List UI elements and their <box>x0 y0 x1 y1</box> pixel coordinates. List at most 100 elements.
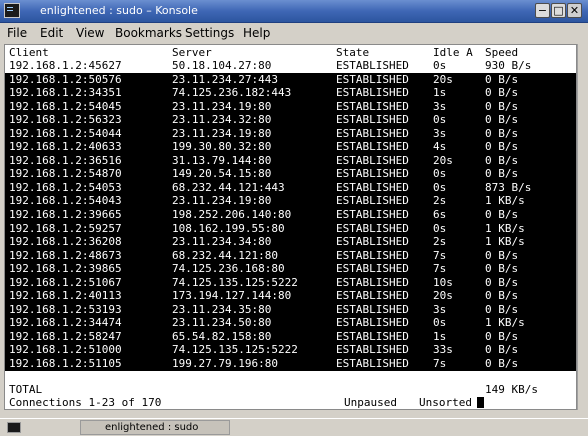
minimize-button[interactable]: − <box>535 3 550 18</box>
cell-client: 192.168.1.2:34351 <box>9 86 122 100</box>
cell-idle: 0s <box>433 59 447 72</box>
cell-server: 108.162.199.55:80 <box>172 221 285 235</box>
cell-client: 192.168.1.2:54053 <box>9 180 122 194</box>
cell-state: ESTABLISHED <box>336 248 409 262</box>
cell-client: 192.168.1.2:45627 <box>9 59 122 72</box>
menu-help[interactable]: Help <box>243 25 270 41</box>
table-row[interactable]: 192.168.1.2:34474 23.11.234.50:80 ESTABLIS… <box>5 316 576 330</box>
cell-server: 199.30.80.32:80 <box>172 140 272 154</box>
cell-state: ESTABLISHED <box>336 302 409 316</box>
cell-state: ESTABLISHED <box>336 235 409 249</box>
cell-speed: 0 B/s <box>485 302 519 316</box>
cell-speed: 0 B/s <box>485 329 519 343</box>
cell-client: 192.168.1.2:51000 <box>9 343 122 357</box>
cell-idle: 7s <box>433 248 447 262</box>
menu-edit[interactable]: Edit <box>40 25 63 41</box>
cell-idle: 0s <box>433 180 447 194</box>
table-row[interactable]: 192.168.1.2:45627 50.18.104.27:80 ESTABLIS… <box>5 59 576 73</box>
table-row[interactable]: 192.168.1.2:58247 65.54.82.158:80 ESTABLIS… <box>5 330 576 344</box>
cell-client: 192.168.1.2:59257 <box>9 221 122 235</box>
maximize-button[interactable]: □ <box>551 3 566 18</box>
table-row[interactable]: 192.168.1.2:54044 23.11.234.19:80 ESTABLIS… <box>5 127 576 141</box>
cell-state: ESTABLISHED <box>336 289 409 303</box>
taskbar-task-button[interactable]: enlightened : sudo <box>80 420 230 435</box>
cell-server: 198.252.206.140:80 <box>172 208 292 222</box>
table-row[interactable]: 192.168.1.2:40113 173.194.127.144:80 ESTAB… <box>5 289 576 303</box>
cell-client: 192.168.1.2:54043 <box>9 194 122 208</box>
cell-speed: 0 B/s <box>485 357 519 371</box>
cell-server: 74.125.135.125:5222 <box>172 275 298 289</box>
table-row[interactable]: 192.168.1.2:54043 23.11.234.19:80 ESTABLIS… <box>5 194 576 208</box>
table-row[interactable]: 192.168.1.2:54053 68.232.44.121:443 ESTABL… <box>5 181 576 195</box>
connection-list: 192.168.1.2:45627 50.18.104.27:80 ESTABLIS… <box>5 59 576 371</box>
table-row[interactable]: 192.168.1.2:51067 74.125.135.125:5222 ESTA… <box>5 276 576 290</box>
cell-server: 23.11.234.19:80 <box>172 194 272 208</box>
menu-view[interactable]: View <box>76 25 104 41</box>
menu-bar: File Edit View Bookmarks Settings Help <box>0 23 588 43</box>
table-row[interactable]: 192.168.1.2:34351 74.125.236.182:443 ESTAB… <box>5 86 576 100</box>
cell-state: ESTABLISHED <box>336 72 409 86</box>
header-server[interactable]: Server <box>172 46 212 59</box>
cell-client: 192.168.1.2:40633 <box>9 140 122 154</box>
total-speed: 149 KB/s <box>485 383 538 396</box>
table-row[interactable]: 192.168.1.2:39665 198.252.206.140:80 ESTAB… <box>5 208 576 222</box>
menu-settings[interactable]: Settings <box>185 25 234 41</box>
cell-idle: 3s <box>433 126 447 140</box>
terminal-taskbar-icon[interactable] <box>7 422 21 433</box>
header-state[interactable]: State <box>336 46 369 59</box>
table-row[interactable]: 192.168.1.2:51000 74.125.135.125:5222 ESTA… <box>5 343 576 357</box>
header-idle[interactable]: Idle A <box>433 46 473 59</box>
cell-client: 192.168.1.2:48673 <box>9 248 122 262</box>
cell-state: ESTABLISHED <box>336 153 409 167</box>
cell-idle: 33s <box>433 343 453 357</box>
cell-speed: 873 B/s <box>485 180 532 194</box>
table-row[interactable]: 192.168.1.2:48673 68.232.44.121:80 ESTABLI… <box>5 249 576 263</box>
close-button[interactable]: ✕ <box>567 3 582 18</box>
cell-server: 23.11.234.19:80 <box>172 99 272 113</box>
cell-idle: 1s <box>433 329 447 343</box>
taskbar: enlightened : sudo <box>0 418 588 436</box>
cell-idle: 3s <box>433 99 447 113</box>
table-row[interactable]: 192.168.1.2:40633 199.30.80.32:80 ESTABLIS… <box>5 140 576 154</box>
cell-client: 192.168.1.2:36516 <box>9 153 122 167</box>
table-row[interactable]: 192.168.1.2:54045 23.11.234.19:80 ESTABLIS… <box>5 100 576 114</box>
cell-client: 192.168.1.2:40113 <box>9 289 122 303</box>
header-speed[interactable]: Speed <box>485 46 518 59</box>
cell-server: 23.11.234.27:443 <box>172 72 278 86</box>
cell-client: 192.168.1.2:53193 <box>9 302 122 316</box>
table-row[interactable]: 192.168.1.2:51105 199.27.79.196:80 ESTABLI… <box>5 357 576 371</box>
cell-speed: 0 B/s <box>485 248 519 262</box>
terminal-view[interactable]: Client Server State Idle A Speed 192.168… <box>4 44 577 410</box>
table-row[interactable]: 192.168.1.2:54870 149.20.54.15:80 ESTABLIS… <box>5 167 576 181</box>
konsole-window: enlightened : sudo – Konsole − □ ✕ File … <box>0 0 588 436</box>
title-bar[interactable]: enlightened : sudo – Konsole − □ ✕ <box>0 0 588 23</box>
cell-idle: 6s <box>433 208 447 222</box>
menu-file[interactable]: File <box>7 25 27 41</box>
cell-state: ESTABLISHED <box>336 59 409 72</box>
cell-state: ESTABLISHED <box>336 221 409 235</box>
connections-count: Connections 1-23 of 170 <box>9 396 162 409</box>
terminal-scrollbar[interactable] <box>577 44 585 410</box>
table-row[interactable]: 192.168.1.2:56323 23.11.234.32:80 ESTABLIS… <box>5 113 576 127</box>
cell-speed: 0 B/s <box>485 153 519 167</box>
table-row[interactable]: 192.168.1.2:39865 74.125.236.168:80 ESTABL… <box>5 262 576 276</box>
cell-speed: 1 KB/s <box>485 316 525 330</box>
table-row[interactable]: 192.168.1.2:36516 31.13.79.144:80 ESTABLIS… <box>5 154 576 168</box>
cell-state: ESTABLISHED <box>336 140 409 154</box>
menu-bookmarks[interactable]: Bookmarks <box>115 25 182 41</box>
cell-speed: 1 KB/s <box>485 221 525 235</box>
table-row[interactable]: 192.168.1.2:50576 23.11.234.27:443 ESTABLI… <box>5 73 576 87</box>
header-client[interactable]: Client <box>9 46 49 59</box>
cell-state: ESTABLISHED <box>336 113 409 127</box>
cell-state: ESTABLISHED <box>336 167 409 181</box>
table-row[interactable]: 192.168.1.2:59257 108.162.199.55:80 ESTABL… <box>5 222 576 236</box>
cell-client: 192.168.1.2:36208 <box>9 235 122 249</box>
cell-idle: 1s <box>433 86 447 100</box>
terminal-app-icon[interactable] <box>4 3 20 18</box>
table-row[interactable]: 192.168.1.2:36208 23.11.234.34:80 ESTABLIS… <box>5 235 576 249</box>
cell-client: 192.168.1.2:56323 <box>9 113 122 127</box>
cell-speed: 930 B/s <box>485 59 532 72</box>
cell-speed: 0 B/s <box>485 208 519 222</box>
table-row[interactable]: 192.168.1.2:53193 23.11.234.35:80 ESTABLIS… <box>5 303 576 317</box>
cell-speed: 1 KB/s <box>485 194 525 208</box>
